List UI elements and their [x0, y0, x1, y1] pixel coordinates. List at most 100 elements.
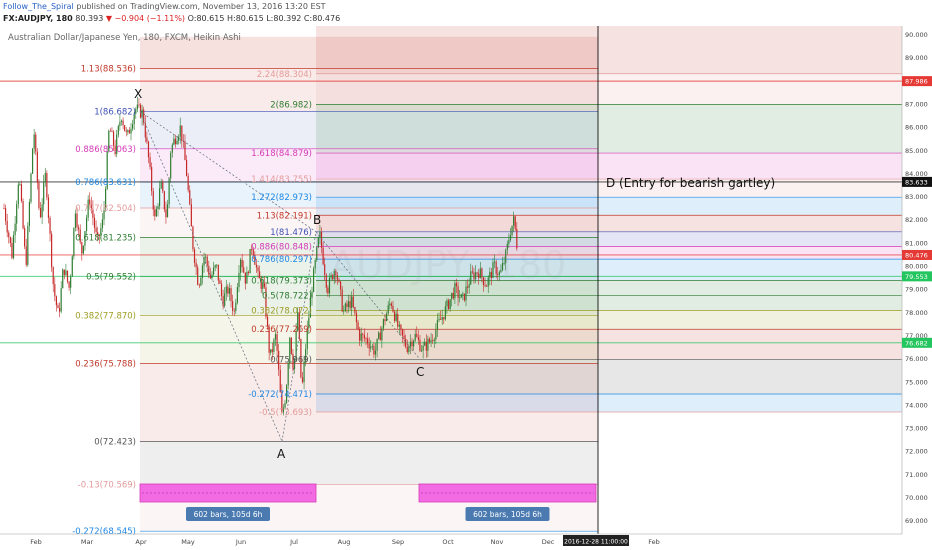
- pattern-point-a: A: [277, 447, 286, 461]
- candle-body: [109, 130, 111, 132]
- pattern-point-b: B: [313, 213, 321, 227]
- bc-level-label: 1.414(83.755): [251, 175, 312, 185]
- candle-body: [6, 220, 8, 233]
- xa-level-label: -0.272(68.545): [72, 527, 136, 537]
- candle-body: [513, 216, 515, 226]
- candle-body: [47, 197, 50, 218]
- price-tick: 70.000: [905, 494, 928, 502]
- candle-body: [30, 173, 32, 203]
- candle-body: [62, 269, 64, 289]
- candle-body: [239, 259, 242, 273]
- candle-body: [238, 272, 240, 288]
- candle-body: [365, 338, 367, 340]
- candle-body: [20, 184, 23, 202]
- candle-body: [66, 270, 69, 282]
- publish-info: published on TradingView.com, November 1…: [76, 2, 326, 11]
- candle-body: [411, 341, 413, 347]
- candle-body: [78, 227, 80, 230]
- candle-body: [3, 208, 5, 209]
- candle-body: [387, 305, 389, 314]
- bc-level-label: 0.618(79.373): [251, 277, 312, 287]
- bc-level-label: 0.5(78.722): [262, 292, 312, 302]
- candle-body: [422, 345, 424, 351]
- candle-body: [511, 225, 513, 236]
- xa-zone: [140, 441, 598, 485]
- candle-body: [157, 206, 159, 209]
- candle-body: [158, 188, 161, 207]
- candle-body: [301, 377, 304, 383]
- candle-body: [112, 131, 115, 146]
- candle-body: [146, 137, 148, 142]
- time-tick: Apr: [135, 538, 147, 546]
- candle-body: [317, 237, 319, 248]
- candle-body: [279, 369, 281, 393]
- candle-body: [230, 288, 232, 302]
- price-tick: 73.000: [905, 425, 928, 433]
- candle-body: [427, 338, 429, 351]
- candle-body: [457, 286, 459, 298]
- candle-body: [452, 292, 454, 299]
- candle-body: [52, 267, 54, 285]
- candle-body: [359, 329, 361, 341]
- chart-title: Australian Dollar/Japanese Yen, 180, FXC…: [8, 33, 241, 43]
- candle-body: [38, 182, 40, 209]
- candle-body: [463, 293, 466, 301]
- candle-body: [436, 320, 439, 330]
- author-link[interactable]: Follow_The_Spiral: [3, 2, 74, 11]
- candle-body: [27, 225, 29, 265]
- candle-body: [509, 235, 512, 241]
- candle-body: [171, 144, 173, 153]
- candle-body: [316, 247, 318, 261]
- price-change: ▼ −0.904 (−1.11%): [105, 14, 186, 23]
- time-tick: Nov: [491, 538, 504, 546]
- candle-body: [389, 303, 391, 306]
- candle-body: [222, 296, 224, 306]
- candle-body: [17, 184, 19, 205]
- candle-body: [219, 280, 221, 284]
- price-tick: 80.000: [905, 263, 928, 271]
- candle-body: [351, 296, 353, 309]
- candle-body: [192, 226, 194, 250]
- candle-body: [165, 209, 167, 218]
- candle-body: [11, 242, 13, 259]
- price-tick: 82.000: [905, 216, 928, 224]
- chart-header: Follow_The_Spiral published on TradingVi…: [0, 0, 932, 26]
- candle-body: [197, 267, 199, 285]
- price-tick: 85.000: [905, 147, 928, 155]
- price-tick: 71.000: [905, 471, 928, 479]
- candle-body: [382, 319, 385, 329]
- candle-body: [24, 228, 26, 247]
- candle-body: [82, 245, 84, 254]
- candle-body: [174, 138, 177, 145]
- watermark: AUDJPY, 180: [330, 243, 566, 287]
- candle-body: [366, 338, 369, 344]
- bc-level-label: 0.382(78.072): [251, 307, 312, 317]
- candle-body: [16, 204, 18, 224]
- candle-body: [460, 294, 462, 298]
- candle-body: [406, 346, 408, 352]
- candle-body: [187, 176, 189, 191]
- candle-body: [193, 249, 196, 263]
- candle-body: [168, 178, 170, 205]
- candle-body: [25, 246, 27, 265]
- candle-body: [184, 141, 186, 161]
- xa-level-label: 1(86.682): [94, 107, 136, 117]
- xa-level-label: 0.786(83.631): [75, 178, 136, 188]
- bc-zone: [316, 310, 902, 330]
- xa-level-label: 0.236(75.788): [75, 360, 136, 370]
- candle-body: [371, 345, 373, 347]
- candle-body: [101, 219, 104, 229]
- candle-body: [124, 125, 126, 131]
- candle-body: [344, 303, 346, 311]
- price-chart[interactable]: 1.13(88.536) 1(86.682) 0.886(85.063) 0.786(…: [0, 26, 932, 550]
- candle-body: [49, 217, 51, 234]
- candle-body: [65, 270, 67, 275]
- candle-body: [28, 202, 31, 226]
- candle-body: [173, 138, 175, 145]
- candle-body: [216, 264, 218, 266]
- candle-body: [166, 204, 169, 218]
- candle-body: [178, 136, 180, 141]
- candle-body: [401, 329, 404, 336]
- candle-body: [319, 231, 321, 238]
- bc-zone: [316, 393, 902, 413]
